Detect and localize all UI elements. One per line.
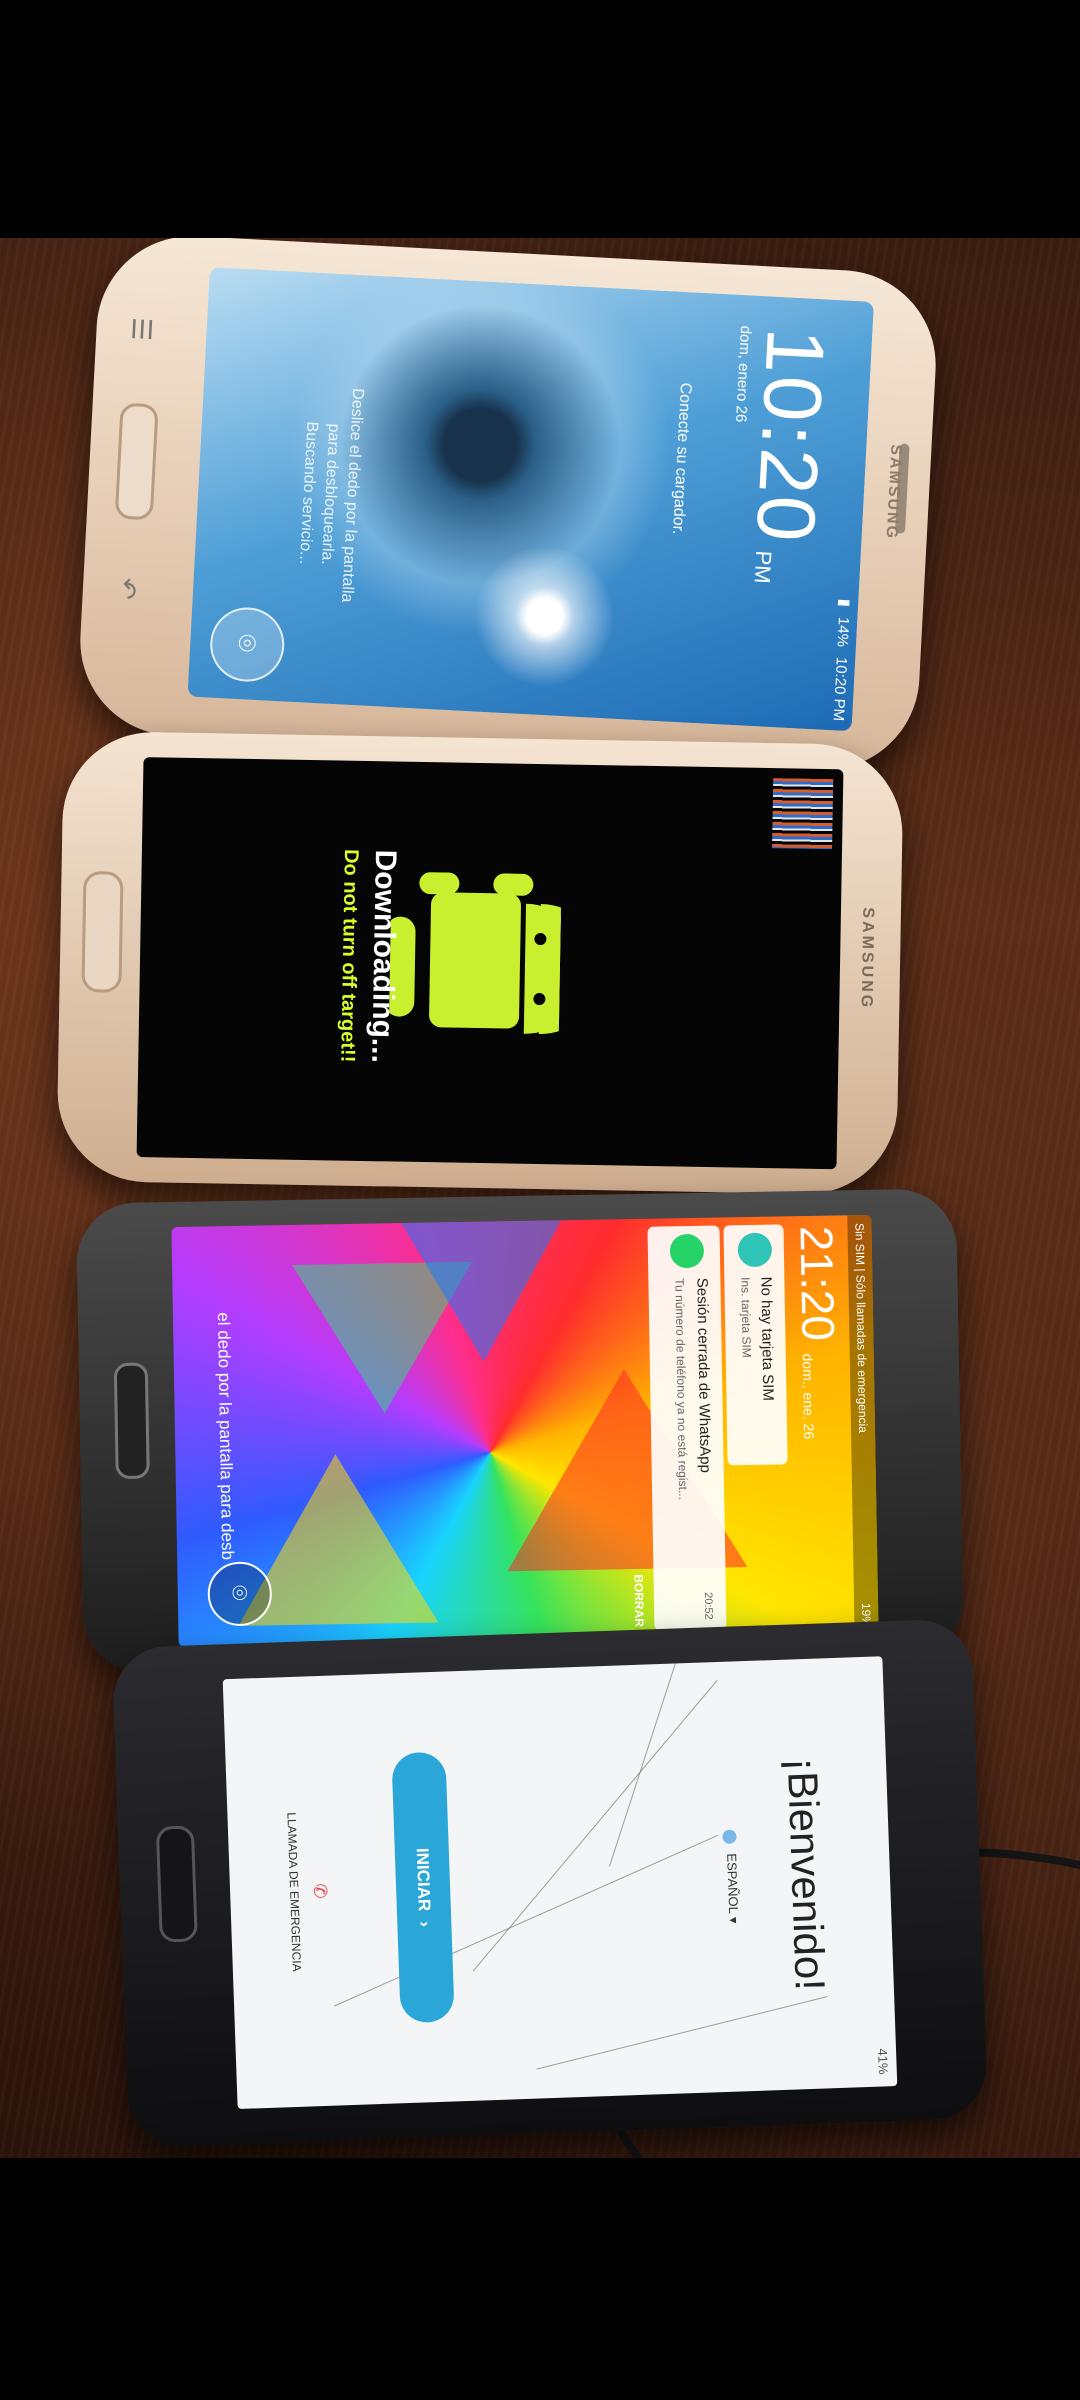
- download-title: Downloading...: [365, 849, 402, 1064]
- back-key-icon: ↶: [111, 577, 143, 601]
- whatsapp-icon: [669, 1233, 705, 1269]
- charger-text: Conecte su cargador.: [669, 382, 695, 535]
- status-bar: 41%: [874, 2048, 891, 2075]
- debug-color-bar: [772, 778, 834, 850]
- brand-label: SAMSUNG: [857, 907, 877, 1011]
- lockscreen-content: ▮ 14% 10:20 PM 10:20 PM dom, enero 26 Co…: [187, 268, 873, 732]
- notif-body: Tu número de teléfono ya no está regist.…: [672, 1278, 691, 1500]
- lockscreen[interactable]: ▮ 14% 10:20 PM 10:20 PM dom, enero 26 Co…: [187, 267, 875, 732]
- status-sim: Sin SIM | Sólo llamadas de emergencia: [852, 1222, 871, 1434]
- notif-time: 20:52: [701, 1592, 715, 1620]
- s5-lockscreen[interactable]: Sin SIM | Sólo llamadas de emergencia 19…: [171, 1214, 879, 1647]
- clock: 21:20 dom., ene. 26: [789, 1225, 847, 1439]
- clear-notifications-button[interactable]: BORRAR: [632, 1574, 647, 1627]
- welcome-content: 41% ¡Bienvenido! ESPAÑOL ▾ INICIAR › ✆ L…: [223, 1656, 898, 2109]
- clock-ampm: PM: [749, 549, 777, 585]
- clock-time: 21:20: [790, 1225, 845, 1342]
- notif-title: Sesión cerrada de WhatsApp: [693, 1277, 714, 1474]
- s5-screen-content: Sin SIM | Sólo llamadas de emergencia 19…: [171, 1214, 879, 1647]
- welcome-screen: 41% ¡Bienvenido! ESPAÑOL ▾ INICIAR › ✆ L…: [222, 1656, 898, 2110]
- status-battery: 14%: [833, 616, 853, 648]
- start-button-label: INICIAR: [412, 1847, 434, 1912]
- download-text: Downloading... Do not turn off target!!: [263, 824, 438, 1087]
- battery-icon: ▮: [835, 598, 853, 608]
- phone-galaxy-s6-welcome: 41% ¡Bienvenido! ESPAÑOL ▾ INICIAR › ✆ L…: [111, 1618, 989, 2148]
- globe-icon: [722, 1829, 738, 1845]
- home-button[interactable]: [114, 402, 159, 521]
- download-mode-screen: Downloading... Do not turn off target!!: [136, 757, 844, 1170]
- notif-title: No hay tarjeta SIM: [757, 1276, 777, 1402]
- home-button[interactable]: [81, 871, 124, 993]
- phone-galaxy-s5-lockscreen: Sin SIM | Sólo llamadas de emergencia 19…: [75, 1188, 965, 1674]
- language-label: ESPAÑOL: [724, 1853, 742, 1914]
- status-bar: Sin SIM | Sólo llamadas de emergencia 19…: [847, 1214, 879, 1636]
- notification-whatsapp[interactable]: Sesión cerrada de WhatsApp 20:52 Tu núme…: [647, 1225, 727, 1631]
- phone-galaxy-s4-download-mode: SAMSUNG Downloading... Do not turn off t…: [56, 730, 904, 1196]
- notif-body: Ins. tarjeta SIM: [738, 1276, 754, 1358]
- clock-time: 10:20: [738, 325, 841, 546]
- start-button[interactable]: INICIAR ›: [391, 1751, 455, 2024]
- clock: 10:20 PM dom, enero 26: [724, 325, 842, 587]
- unlock-hint: Deslice el dedo por la pantalla para des…: [287, 313, 372, 676]
- photo: ☰ ↶ SAMSUNG ▮ 14% 10:20 PM 10:20 PM dom,…: [0, 238, 1080, 2158]
- language-selector[interactable]: ESPAÑOL ▾: [716, 1662, 747, 2092]
- chevron-down-icon: ▾: [726, 1916, 742, 1924]
- emergency-call-button[interactable]: ✆ LLAMADA DE EMERGENCIA: [280, 1676, 338, 2107]
- notification-no-sim[interactable]: No hay tarjeta SIM Ins. tarjeta SIM: [723, 1224, 788, 1466]
- chevron-right-icon: ›: [415, 1920, 435, 1928]
- welcome-title: ¡Bienvenido!: [778, 1756, 834, 1992]
- phone-galaxy-s3-lockscreen: ☰ ↶ SAMSUNG ▮ 14% 10:20 PM 10:20 PM dom,…: [75, 238, 941, 775]
- home-button[interactable]: [113, 1362, 150, 1480]
- menu-key-icon: ☰: [126, 316, 158, 342]
- status-time: 10:20 PM: [830, 656, 851, 722]
- phone-icon: ✆: [309, 1883, 331, 1899]
- sim-icon: [737, 1232, 773, 1268]
- home-button[interactable]: [155, 1825, 198, 1943]
- clock-date: dom., ene. 26: [799, 1353, 818, 1440]
- download-warning: Do not turn off target!!: [336, 848, 362, 1063]
